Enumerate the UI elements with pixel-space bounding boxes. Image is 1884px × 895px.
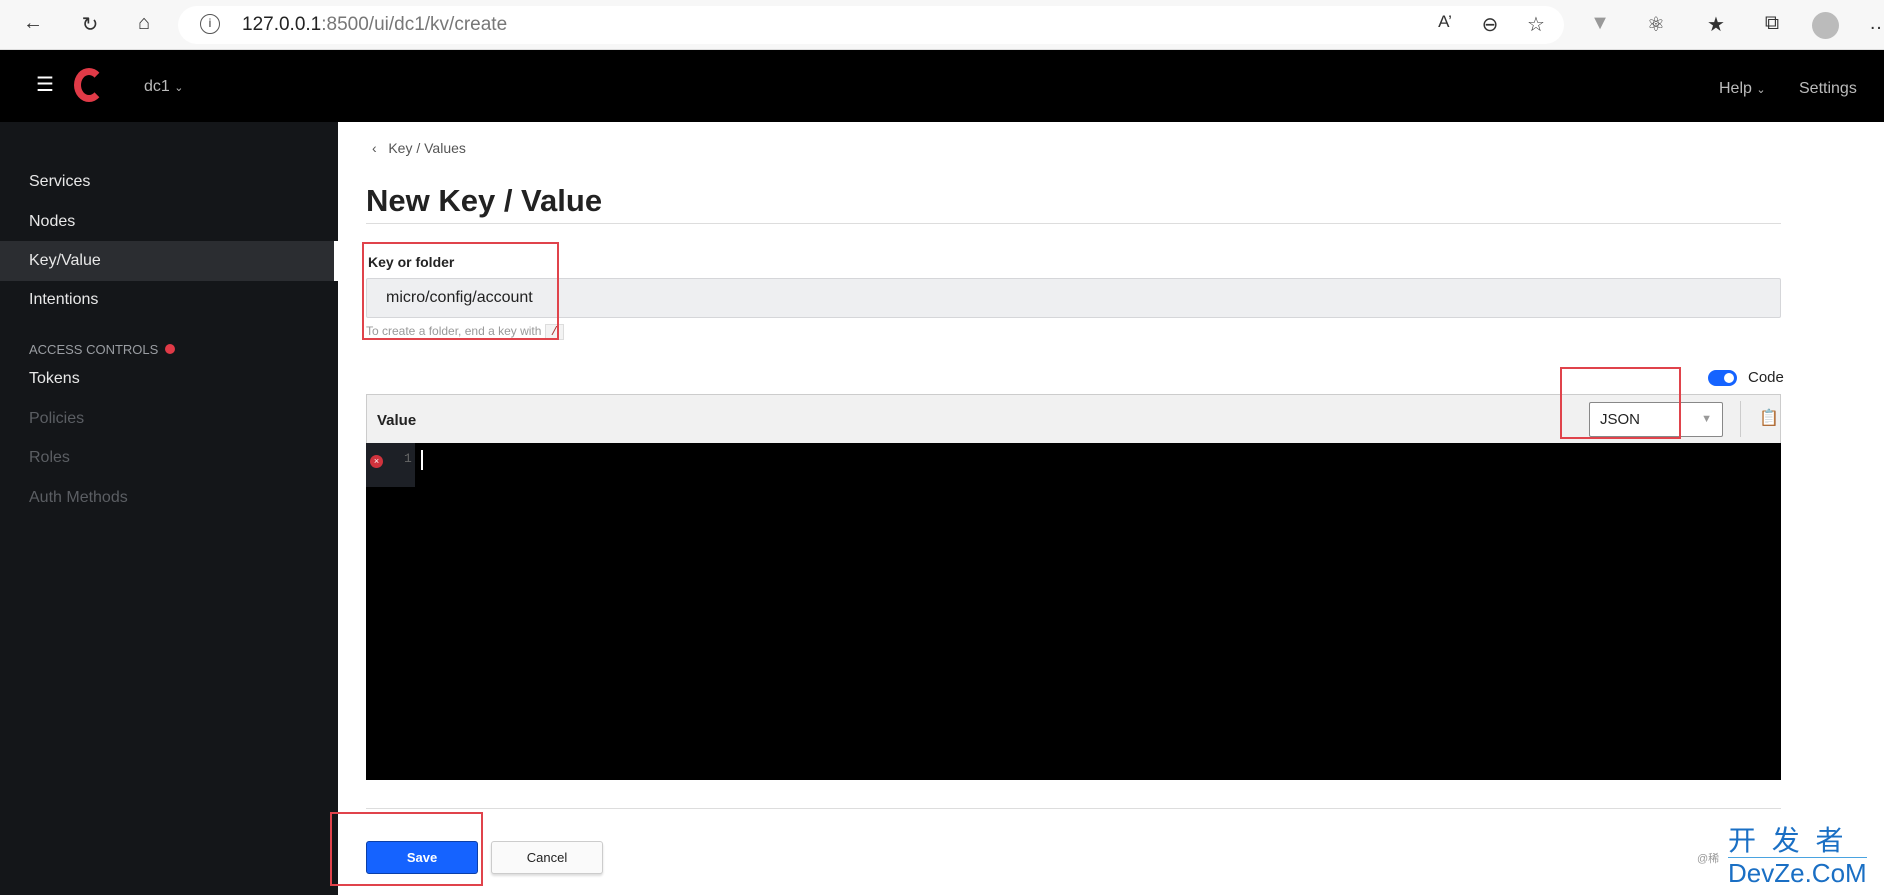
section-access-controls: ACCESS CONTROLS — [29, 342, 175, 357]
extensions-icon[interactable]: ⚛ — [1643, 12, 1669, 37]
help-menu[interactable]: Help ⌄ — [1719, 80, 1766, 98]
home-icon[interactable]: ⌂ — [131, 12, 157, 35]
highlight-box-save — [330, 812, 483, 886]
info-icon[interactable]: i — [200, 14, 220, 34]
sidebar-item-auth-methods: Auth Methods — [29, 489, 128, 506]
page-title: New Key / Value — [366, 183, 603, 218]
sidebar-item-policies: Policies — [29, 410, 85, 427]
editor-gutter: × 1 — [366, 443, 415, 487]
watermark-line1: 开 发 者 — [1728, 825, 1848, 856]
code-editor[interactable]: × 1 — [366, 443, 1781, 780]
title-divider — [366, 223, 1781, 224]
watermark-prefix: @稀 — [1697, 853, 1720, 865]
toolbar-divider — [1740, 401, 1741, 437]
favorites-icon[interactable]: ★ — [1703, 12, 1729, 37]
line-number: 1 — [404, 451, 412, 466]
code-toggle-label: Code — [1748, 369, 1784, 386]
refresh-icon[interactable]: ↻ — [77, 12, 103, 37]
datacenter-dropdown[interactable]: dc1 ⌄ — [144, 78, 183, 96]
chevron-down-icon: ⌄ — [1756, 84, 1766, 96]
back-icon[interactable]: ← — [20, 12, 46, 35]
error-icon: × — [370, 455, 383, 468]
sidebar: Services Nodes Key/Value Intentions ACCE… — [0, 122, 338, 895]
settings-link[interactable]: Settings — [1799, 80, 1857, 98]
sidebar-item-roles: Roles — [29, 449, 70, 466]
zoom-out-icon[interactable]: ⊖ — [1477, 12, 1503, 37]
sidebar-item-services[interactable]: Services — [0, 162, 338, 202]
extension-v-icon[interactable]: ▼ — [1587, 12, 1613, 35]
profile-icon[interactable] — [1812, 12, 1839, 39]
breadcrumb-label: Key / Values — [388, 140, 466, 156]
more-icon[interactable]: … — [1866, 12, 1884, 35]
sidebar-item-intentions[interactable]: Intentions — [0, 280, 338, 320]
help-label: Help — [1719, 80, 1752, 97]
collections-icon[interactable]: ⧉ — [1759, 12, 1785, 35]
section-label: ACCESS CONTROLS — [29, 342, 159, 357]
clipboard-icon[interactable]: 📋 — [1759, 408, 1779, 428]
cancel-button[interactable]: Cancel — [491, 841, 603, 874]
dropdown-arrow-icon: ▼ — [1701, 413, 1712, 425]
chevron-down-icon: ⌄ — [174, 82, 184, 94]
key-input[interactable]: micro/config/account — [366, 278, 1781, 318]
datacenter-label: dc1 — [144, 78, 170, 95]
code-toggle[interactable] — [1708, 370, 1737, 386]
form-divider — [366, 808, 1781, 809]
value-label: Value — [377, 412, 417, 429]
watermark-line2: DevZe.CoM — [1728, 857, 1867, 888]
breadcrumb[interactable]: ‹ Key / Values — [372, 140, 466, 156]
sidebar-item-tokens[interactable]: Tokens — [0, 359, 338, 399]
browser-toolbar: ← ↻ ⌂ i 127.0.0.1:8500/ui/dc1/kv/create … — [0, 0, 1884, 50]
top-nav: ☰ dc1 ⌄ Help ⌄ Settings — [0, 50, 1884, 122]
read-aloud-icon[interactable]: A’ — [1432, 12, 1458, 32]
text-cursor — [421, 450, 423, 470]
consul-logo-icon[interactable] — [74, 68, 104, 102]
highlight-box-key — [362, 242, 559, 340]
sidebar-item-nodes[interactable]: Nodes — [0, 202, 338, 242]
add-favorite-icon[interactable]: ☆ — [1523, 12, 1549, 37]
url-text[interactable]: 127.0.0.1:8500/ui/dc1/kv/create — [242, 14, 507, 36]
highlight-box-language — [1560, 367, 1681, 439]
alert-dot-icon — [164, 344, 175, 354]
sidebar-item-key-value[interactable]: Key/Value — [0, 241, 338, 281]
menu-icon[interactable]: ☰ — [36, 75, 54, 95]
chevron-left-icon: ‹ — [372, 140, 377, 156]
toggle-knob — [1724, 373, 1734, 383]
